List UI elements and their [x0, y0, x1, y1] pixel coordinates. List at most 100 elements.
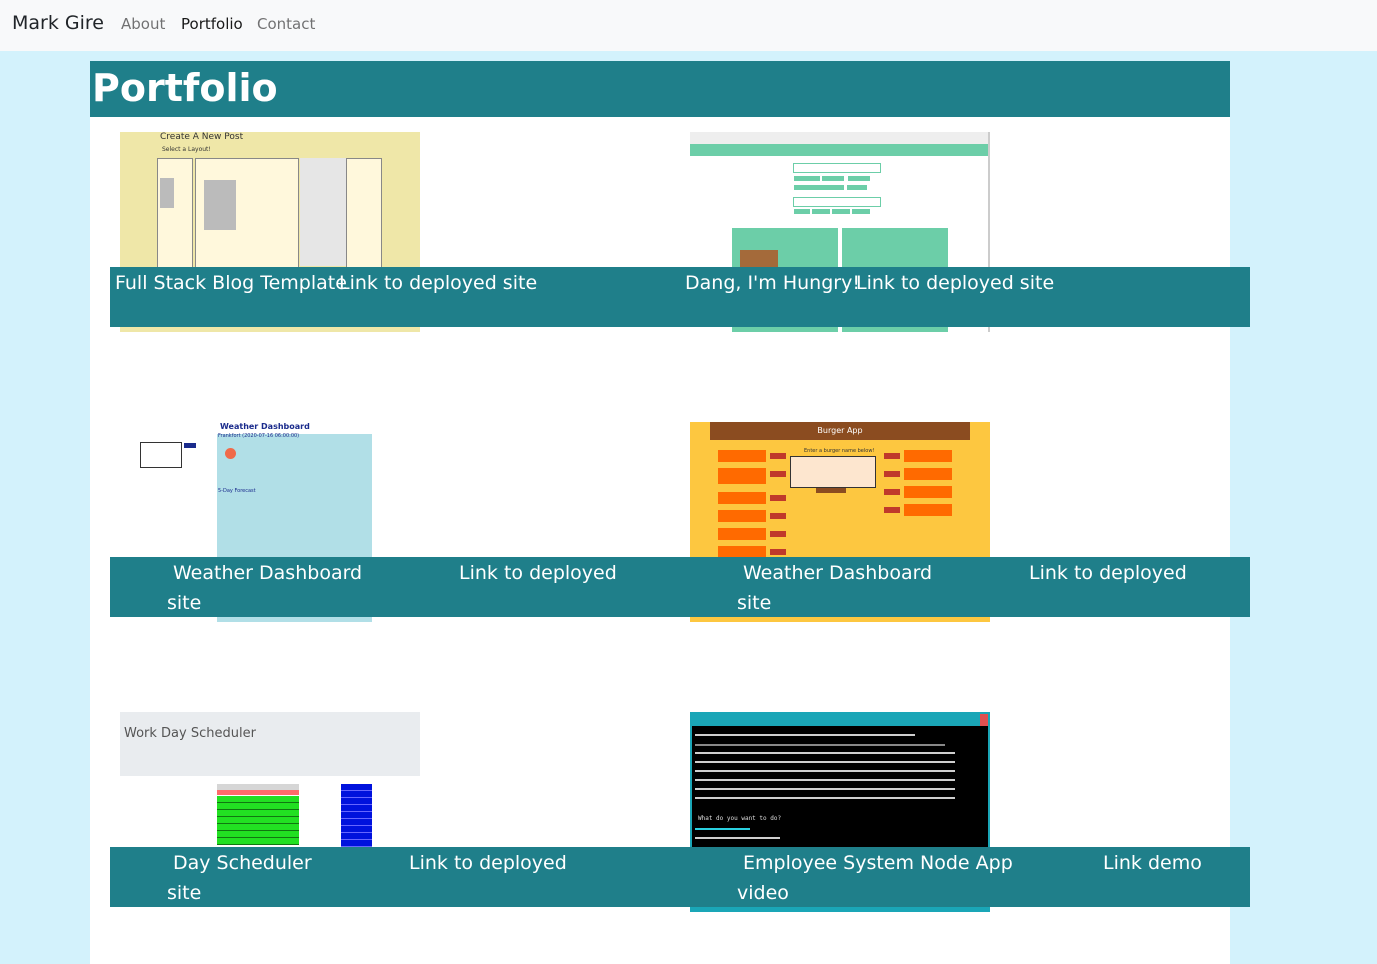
thumb-sched-save-button: [341, 812, 372, 819]
thumb-weather-search-list: [140, 442, 182, 468]
thumb-sched-future-row: [217, 831, 299, 838]
navbar: Mark Gire About Portfolio Contact: [0, 0, 1377, 51]
project-caption: Employee System Node App Link demo video: [680, 847, 1250, 907]
thumb-burger-devour: [770, 453, 786, 459]
thumb-term-bottom-edge: [690, 907, 990, 911]
thumb-sched-future-row: [217, 824, 299, 831]
thumb-term-menu-item: [695, 837, 780, 839]
thumb-sched-jumbotron: [120, 712, 420, 776]
thumb-burger-devour: [770, 513, 786, 519]
thumb-term-line: [695, 744, 945, 746]
thumb-hungry-pill: [852, 209, 870, 214]
thumb-burger-devour: [770, 471, 786, 477]
deployed-site-link-cont[interactable]: site: [737, 592, 771, 614]
thumb-blog-layout-left: [157, 158, 193, 268]
deployed-site-link-cont[interactable]: site: [167, 882, 201, 904]
thumb-hungry-input: [793, 163, 881, 173]
thumb-blog-heading: Create A New Post: [160, 132, 244, 142]
thumb-sched-present-row: [217, 790, 299, 795]
deployed-site-link[interactable]: Link to deployed: [409, 852, 567, 874]
nav-link-contact[interactable]: Contact: [257, 15, 315, 33]
thumb-weather-heading: Weather Dashboard: [220, 422, 310, 431]
thumb-term-titlebar: [692, 714, 988, 726]
thumb-burger-devour: [884, 507, 900, 513]
thumb-sched-save-button: [341, 840, 372, 847]
thumb-burger-item: [718, 450, 766, 462]
thumb-hungry-browser-bar: [690, 132, 988, 144]
thumb-term-line: [695, 752, 955, 754]
thumb-burger-devour: [770, 531, 786, 537]
thumb-sched-heading: Work Day Scheduler: [124, 726, 256, 741]
close-icon: [980, 714, 988, 726]
deployed-site-link[interactable]: Link to deployed: [1029, 562, 1187, 584]
thumb-term-line: [695, 797, 955, 799]
thumb-sched-future-row: [217, 803, 299, 810]
thumb-hungry-pill: [794, 209, 810, 214]
project-title: Employee System Node App: [743, 852, 1013, 874]
thumb-sched-save-button: [341, 784, 372, 791]
thumb-burger-submit: [816, 488, 846, 493]
thumb-weather-search-button: [184, 443, 196, 448]
thumb-sched-save-button: [341, 833, 372, 840]
thumb-hungry-pill: [832, 209, 850, 214]
thumb-burger-devour: [884, 489, 900, 495]
project-caption: Weather Dashboard Link to deployed site: [110, 557, 680, 617]
sun-icon: [225, 448, 236, 459]
thumb-sched-save-button: [341, 805, 372, 812]
thumb-blog-gap: [300, 158, 346, 266]
brand-link[interactable]: Mark Gire: [12, 12, 104, 34]
deployed-site-link[interactable]: Link to deployed site: [339, 272, 537, 294]
thumb-sched-future-row: [217, 817, 299, 824]
thumb-hungry-pill: [848, 176, 870, 181]
thumb-burger-item: [718, 468, 766, 484]
thumb-burger-devour: [770, 495, 786, 501]
project-title: Full Stack Blog Template: [115, 272, 347, 294]
thumb-burger-item: [718, 510, 766, 522]
thumb-blog-layout-right: [346, 158, 382, 268]
thumb-weather-city: Frankfort (2020-07-16 06:00:00): [218, 433, 300, 439]
thumb-burger-devour: [770, 549, 786, 555]
thumb-hungry-pill: [847, 185, 867, 190]
thumb-hungry-pill: [822, 176, 844, 181]
thumb-burger-item: [904, 450, 952, 462]
thumb-burger-item: [904, 468, 952, 480]
thumb-term-line: [695, 770, 955, 772]
nav-link-portfolio[interactable]: Portfolio: [181, 15, 243, 33]
thumb-burger-textarea: [790, 456, 876, 488]
thumb-sched-save-button: [341, 798, 372, 805]
thumb-burger-prompt: Enter a burger name below!: [804, 448, 875, 454]
thumb-sched-future-row: [217, 796, 299, 803]
project-title: Day Scheduler: [173, 852, 312, 874]
demo-video-link[interactable]: Link demo: [1103, 852, 1202, 874]
thumb-blog-image-placeholder: [160, 178, 174, 208]
thumb-hungry-input: [793, 197, 881, 207]
deployed-site-link[interactable]: Link to deployed site: [856, 272, 1054, 294]
demo-video-link-cont[interactable]: video: [737, 882, 789, 904]
thumb-weather-forecast: 5-Day Forecast: [218, 488, 256, 494]
thumb-term-line: [695, 779, 955, 781]
project-title: Weather Dashboard: [173, 562, 363, 584]
portfolio-container: Portfolio Create A New Post Select a Lay…: [90, 61, 1250, 964]
thumb-blog-image-placeholder: [204, 180, 236, 230]
thumb-sched-future-row: [217, 838, 299, 845]
thumb-burger-item: [718, 492, 766, 504]
thumb-sched-save-button: [341, 826, 372, 833]
nav-link-about[interactable]: About: [121, 15, 165, 33]
thumb-hungry-pill: [794, 185, 844, 190]
thumb-blog-subheading: Select a Layout!: [162, 146, 211, 153]
thumb-burger-header: Burger App: [710, 422, 970, 440]
thumb-term-prompt: What do you want to do?: [698, 815, 782, 822]
deployed-site-link[interactable]: Link to deployed: [459, 562, 617, 584]
project-caption: Day Scheduler Link to deployed site: [110, 847, 680, 907]
thumb-burger-devour: [884, 471, 900, 477]
page-title: Portfolio: [90, 61, 1230, 117]
thumb-sched-save-button: [341, 791, 372, 798]
thumb-burger-bottom-edge: [690, 617, 990, 622]
thumb-burger-item: [718, 528, 766, 540]
thumb-term-line: [695, 734, 915, 736]
thumb-term-menu-item: [695, 828, 750, 830]
thumb-term-line: [695, 761, 955, 763]
thumb-burger-devour: [884, 453, 900, 459]
thumb-burger-item: [904, 486, 952, 498]
deployed-site-link-cont[interactable]: site: [167, 592, 201, 614]
